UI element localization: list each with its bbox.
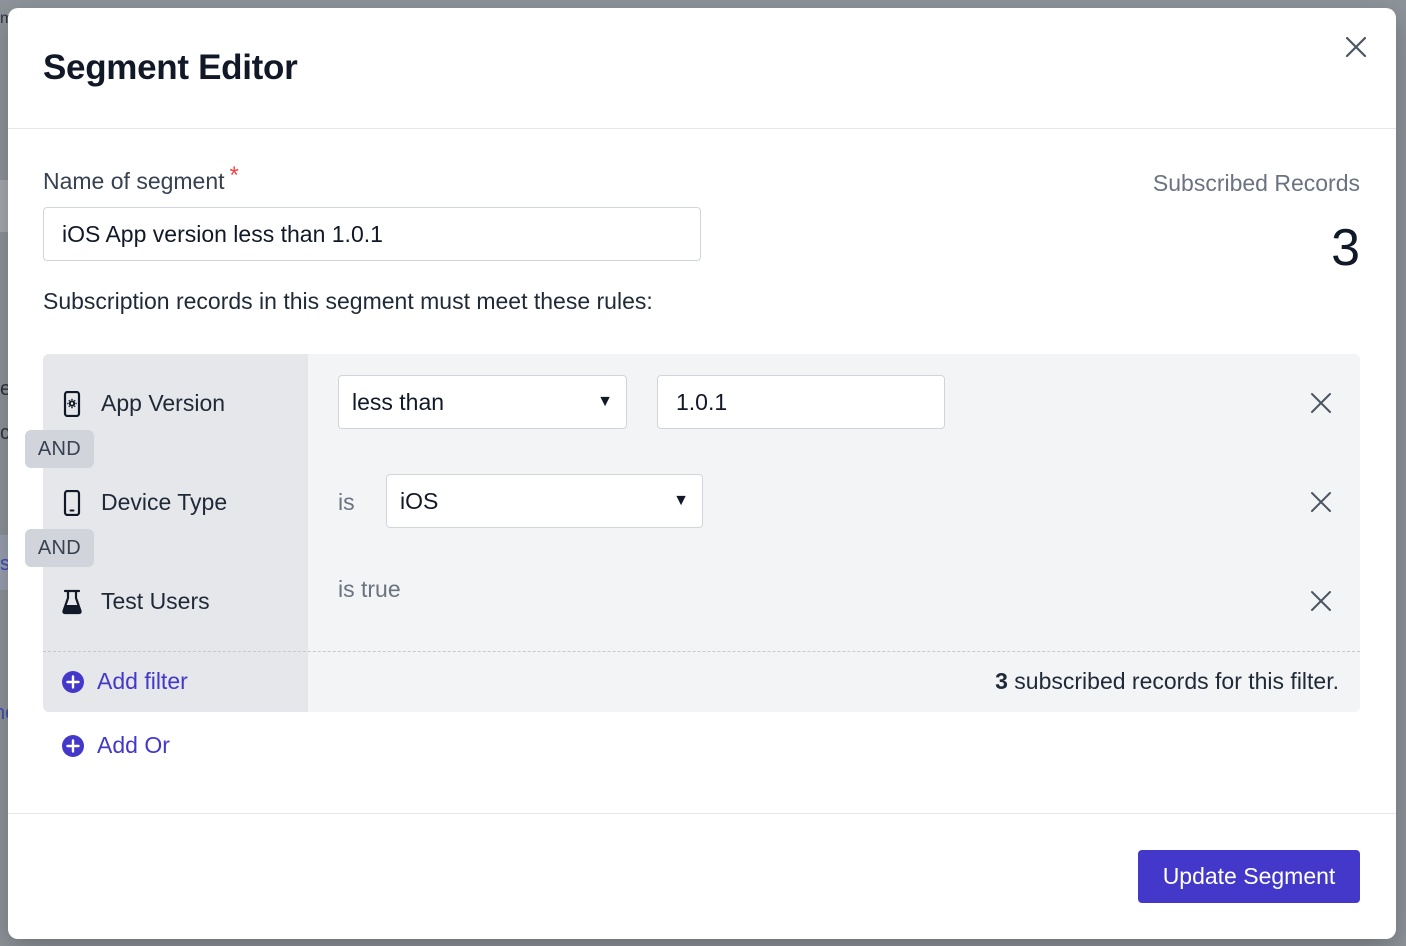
rules-caption: Subscription records in this segment mus… (43, 288, 653, 314)
and-connector-badge: AND (25, 529, 94, 567)
close-icon (1345, 36, 1367, 58)
subscribed-records-label: Subscribed Records (1152, 170, 1360, 196)
version-value-input[interactable] (657, 375, 945, 429)
filter-name-label: App Version (101, 390, 226, 416)
chevron-down-icon: ▼ (673, 492, 689, 509)
operator-select-value: less than (352, 388, 445, 415)
filter-row-app-version: App Version (61, 390, 225, 417)
close-icon (1311, 492, 1331, 512)
device-type-select[interactable]: iOS ▼ (386, 474, 703, 528)
rules-panel: App Version less than ▼ Device Type is i… (43, 354, 1360, 712)
modal-footer-divider (8, 813, 1396, 814)
segment-name-input[interactable] (43, 207, 701, 261)
filter-count-number: 3 (995, 668, 1008, 694)
backdrop-row (0, 180, 8, 232)
remove-filter-button[interactable] (1308, 390, 1334, 416)
chevron-down-icon: ▼ (597, 393, 613, 410)
add-filter-button[interactable]: Add filter (61, 668, 188, 695)
add-or-button[interactable]: Add Or (61, 732, 170, 759)
plus-circle-icon (62, 734, 84, 757)
subscribed-records-count: 3 (1331, 219, 1360, 277)
segment-name-label-text: Name of segment (43, 168, 225, 194)
rules-divider (43, 651, 1360, 652)
filter-name-label: Device Type (101, 489, 228, 515)
remove-filter-button[interactable] (1308, 489, 1334, 515)
filter-row-device-type: Device Type (61, 489, 227, 516)
update-segment-button[interactable]: Update Segment (1138, 850, 1360, 903)
remove-filter-button[interactable] (1308, 588, 1334, 614)
filter-name-label: Test Users (101, 588, 210, 614)
required-marker: * (229, 162, 239, 189)
filter-row-test-users: Test Users (61, 588, 210, 615)
and-connector-badge: AND (25, 430, 94, 468)
add-or-label: Add Or (97, 732, 170, 758)
flask-icon (61, 589, 83, 615)
filter-count-text: subscribed records for this filter. (1007, 668, 1339, 694)
segment-name-label: Name of segment * (43, 162, 239, 196)
close-icon (1311, 591, 1331, 611)
operator-select[interactable]: less than ▼ (338, 375, 627, 429)
close-button[interactable] (1341, 32, 1371, 62)
segment-editor-modal: Segment Editor Name of segment* Subscrib… (8, 8, 1396, 939)
device-type-select-value: iOS (400, 487, 439, 514)
modal-header: Segment Editor (8, 8, 1396, 129)
add-filter-label: Add filter (97, 668, 188, 694)
filter-count-summary: 3 subscribed records for this filter. (995, 668, 1339, 695)
mobile-device-icon (61, 489, 83, 516)
plus-circle-icon (62, 670, 84, 693)
app-settings-icon (61, 390, 83, 417)
operator-text: is true (338, 576, 401, 602)
close-icon (1311, 393, 1331, 413)
operator-text: is (338, 489, 355, 515)
modal-title: Segment Editor (43, 48, 298, 87)
